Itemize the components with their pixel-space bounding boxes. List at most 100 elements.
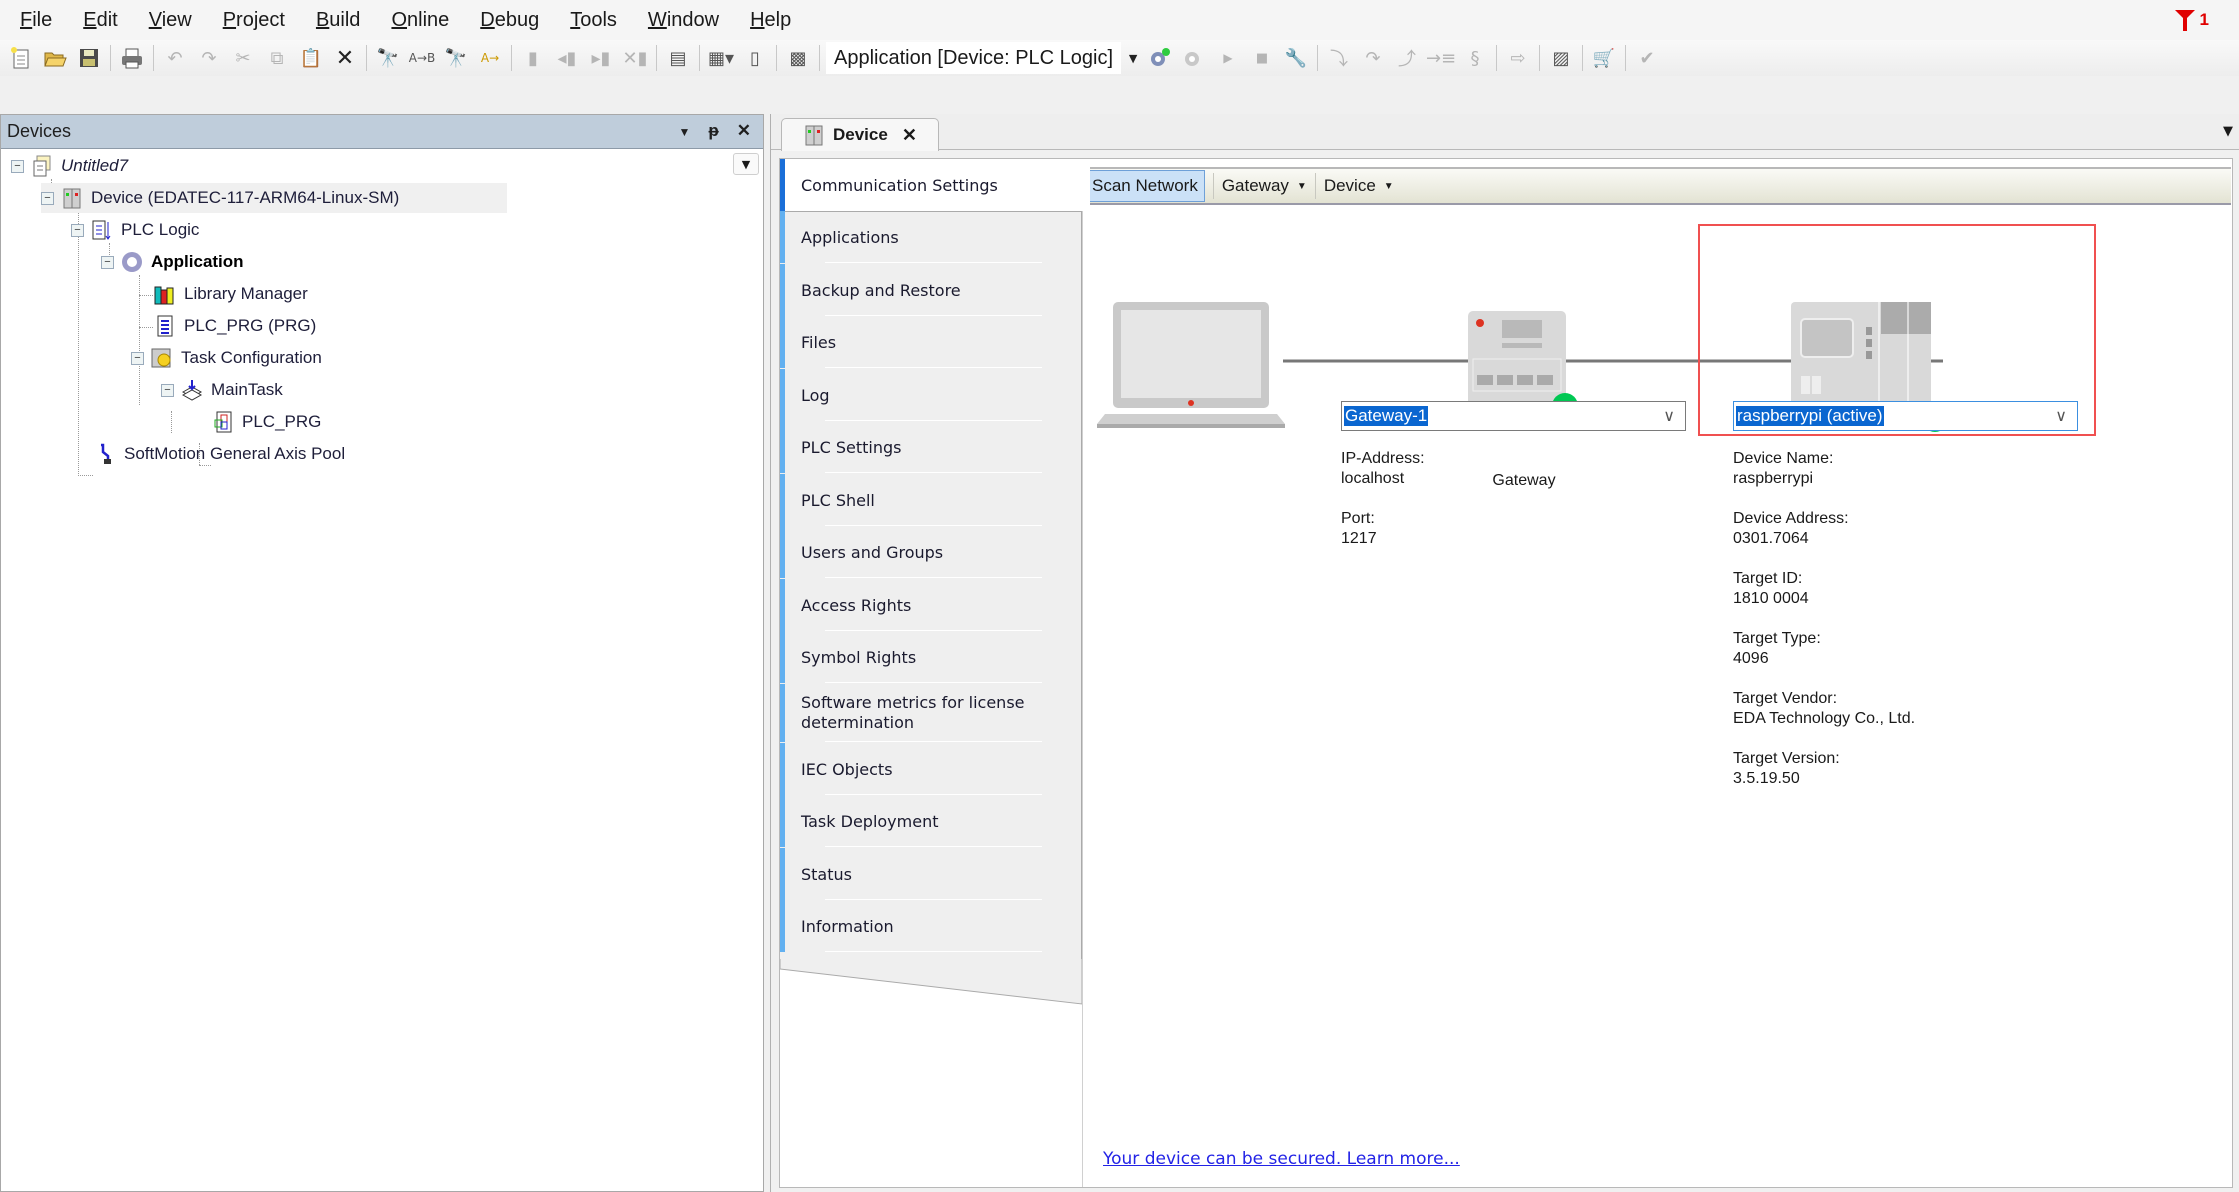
collapse-toggle[interactable]: − xyxy=(71,223,84,237)
tree-item-library-manager[interactable]: Library Manager xyxy=(153,279,308,309)
paste-button[interactable]: 📋 xyxy=(297,44,325,72)
gateway-menu-button[interactable]: Gateway ▼ xyxy=(1222,176,1307,196)
nav-item-files[interactable]: Files xyxy=(780,316,1082,368)
field-value: 1810 0004 xyxy=(1733,590,1809,607)
redo-button[interactable]: ↷ xyxy=(195,44,223,72)
copy-icon: ⧉ xyxy=(270,47,284,69)
nav-item-plc-settings[interactable]: PLC Settings xyxy=(780,421,1082,473)
tree-connector xyxy=(78,475,93,476)
collapse-toggle[interactable]: − xyxy=(101,255,114,269)
panel-menu-icon[interactable]: ▼ xyxy=(678,121,690,143)
previous-bookmark-button[interactable]: ◂▮ xyxy=(553,44,581,72)
add-object-button[interactable]: ▦▾ xyxy=(707,44,735,72)
step-out-button[interactable]: ⤴ xyxy=(1393,44,1421,72)
collapse-toggle[interactable]: − xyxy=(161,383,174,397)
collapse-toggle[interactable]: − xyxy=(131,351,144,365)
next-bookmark-button[interactable]: ▸▮ xyxy=(587,44,615,72)
bookmark-button[interactable]: ▮ xyxy=(519,44,547,72)
new-project-button[interactable] xyxy=(7,44,35,72)
nav-item-log[interactable]: Log xyxy=(780,369,1082,421)
nav-item-backup-and-restore[interactable]: Backup and Restore xyxy=(780,264,1082,316)
next-bookmark-icon: ▸▮ xyxy=(591,47,611,69)
stop-button[interactable]: ■ xyxy=(1248,44,1276,72)
scan-network-button[interactable]: Scan Network xyxy=(1085,170,1205,202)
delete-button[interactable]: ✕ xyxy=(331,44,359,72)
set-next-statement-button[interactable]: § xyxy=(1461,44,1489,72)
nav-item-access-rights[interactable]: Access Rights xyxy=(780,579,1082,631)
tree-item-task-configuration[interactable]: − Task Configuration xyxy=(131,343,322,373)
visualization-button[interactable]: ▩ xyxy=(784,44,812,72)
device-menu-button[interactable]: Device ▼ xyxy=(1324,176,1394,196)
nav-item-communication-settings[interactable]: Communication Settings xyxy=(780,159,1090,211)
logout-button[interactable] xyxy=(1180,44,1208,72)
field-label: Device Name: xyxy=(1733,450,1834,467)
menu-build[interactable]: Build xyxy=(316,9,360,32)
tree-item-application[interactable]: − Application xyxy=(101,247,244,277)
close-icon[interactable]: ✕ xyxy=(737,121,751,143)
tab-list-dropdown-icon[interactable]: ▼ xyxy=(2223,124,2233,139)
message-filter-button[interactable]: 1 xyxy=(2174,8,2209,32)
tree-options-dropdown[interactable]: ▼ xyxy=(733,153,759,175)
active-application-dropdown[interactable]: ▼ xyxy=(1126,44,1140,72)
run-to-cursor-button[interactable]: →≡ xyxy=(1426,44,1456,72)
open-project-button[interactable] xyxy=(41,44,69,72)
gateway-select[interactable]: Gateway-1 ∨ xyxy=(1341,401,1686,431)
menu-help[interactable]: Help xyxy=(750,9,791,32)
menu-file[interactable]: File xyxy=(20,9,52,32)
new-window-button[interactable]: ▯ xyxy=(741,44,769,72)
tree-item-device[interactable]: − Device (EDATEC-117-ARM64-Linux-SM) xyxy=(41,183,507,213)
online-config-button[interactable]: 🔧 xyxy=(1282,44,1310,72)
nav-item-information[interactable]: Information xyxy=(780,900,1082,952)
nav-item-applications[interactable]: Applications xyxy=(780,211,1082,263)
menu-view[interactable]: View xyxy=(149,9,192,32)
menu-window[interactable]: Window xyxy=(648,9,719,32)
cut-button[interactable]: ✂ xyxy=(229,44,257,72)
pin-icon[interactable]: ᵽ xyxy=(708,121,718,143)
save-disk-icon xyxy=(80,49,98,67)
close-tab-icon[interactable]: ✕ xyxy=(902,125,917,146)
find-in-project-button[interactable]: 🔭 xyxy=(442,44,470,72)
menu-project[interactable]: Project xyxy=(223,9,285,32)
tree-item-project[interactable]: − Untitled7 xyxy=(11,151,128,181)
nav-item-iec-objects[interactable]: IEC Objects xyxy=(780,743,1082,795)
start-button[interactable]: ▶ xyxy=(1214,44,1242,72)
replace-button[interactable]: A→B xyxy=(408,44,436,72)
show-next-statement-button[interactable]: ⇨ xyxy=(1504,44,1532,72)
device-select[interactable]: raspberrypi (active) ∨ xyxy=(1733,401,2078,431)
tree-item-plc-prg[interactable]: PLC_PRG (PRG) xyxy=(153,311,316,341)
login-button[interactable] xyxy=(1146,44,1174,72)
copy-button[interactable]: ⧉ xyxy=(263,44,291,72)
collapse-toggle[interactable]: − xyxy=(11,159,24,173)
menu-edit[interactable]: Edit xyxy=(83,9,117,32)
nav-item-software-metrics-for-license-determination[interactable]: Software metrics for license determinati… xyxy=(780,684,1082,742)
print-button[interactable] xyxy=(118,44,146,72)
toggle-breakpoint-button[interactable]: ▨ xyxy=(1547,44,1575,72)
clipboard-button[interactable]: ▤ xyxy=(664,44,692,72)
tree-item-plc-logic[interactable]: − PLC Logic xyxy=(71,215,199,245)
step-over-button[interactable]: ↷ xyxy=(1359,44,1387,72)
step-into-button[interactable]: ⤵ xyxy=(1325,44,1353,72)
menu-tools[interactable]: Tools xyxy=(570,9,617,32)
save-button[interactable] xyxy=(75,44,103,72)
shopping-cart-button[interactable]: 🛒 xyxy=(1590,44,1618,72)
menu-online[interactable]: Online xyxy=(391,9,449,32)
nav-item-symbol-rights[interactable]: Symbol Rights xyxy=(780,631,1082,683)
tree-item-maintask[interactable]: − MainTask xyxy=(161,375,283,405)
tree-item-softmotion-axis-pool[interactable]: SoftMotion General Axis Pool xyxy=(93,439,345,469)
nav-item-task-deployment[interactable]: Task Deployment xyxy=(780,795,1082,847)
nav-item-status[interactable]: Status xyxy=(780,848,1082,900)
arrow-right-icon: ⇨ xyxy=(1510,47,1526,69)
menu-debug[interactable]: Debug xyxy=(480,9,539,32)
check-button[interactable]: ✔ xyxy=(1633,44,1661,72)
tab-device[interactable]: Device ✕ xyxy=(781,118,939,151)
undo-button[interactable]: ↶ xyxy=(161,44,189,72)
clear-bookmarks-button[interactable]: ✕▮ xyxy=(621,44,649,72)
nav-item-users-and-groups[interactable]: Users and Groups xyxy=(780,526,1082,578)
secure-device-link[interactable]: Your device can be secured. Learn more..… xyxy=(1103,1149,1460,1169)
find-button[interactable]: 🔭 xyxy=(374,44,402,72)
tree-item-plc-prg-call[interactable]: PLC_PRG xyxy=(211,407,321,437)
replace-in-project-button[interactable]: A→ xyxy=(476,44,504,72)
collapse-toggle[interactable]: − xyxy=(41,191,54,205)
nav-item-plc-shell[interactable]: PLC Shell xyxy=(780,474,1082,526)
active-application-selector[interactable]: Application [Device: PLC Logic] xyxy=(826,42,1122,74)
